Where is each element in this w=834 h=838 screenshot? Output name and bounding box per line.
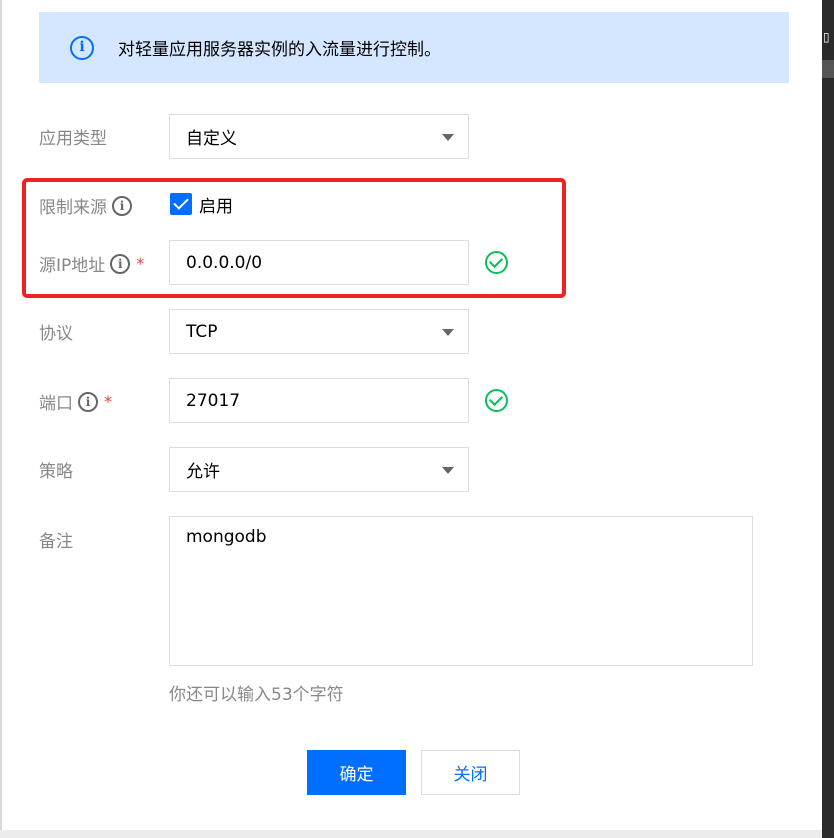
- app-type-value: 自定义: [186, 129, 237, 149]
- remark-label-text: 备注: [39, 532, 73, 552]
- protocol-select[interactable]: TCP: [169, 309, 469, 354]
- caret-down-icon: [442, 329, 454, 336]
- remark-textarea[interactable]: mongodb: [169, 516, 753, 666]
- check-circle-icon: [485, 389, 508, 412]
- remark-label: 备注: [39, 527, 73, 552]
- app-type-select[interactable]: 自定义: [169, 114, 469, 159]
- policy-label-text: 策略: [39, 462, 73, 482]
- background-glyph: ▯: [823, 30, 830, 44]
- dialog-bottom-border: [0, 830, 822, 838]
- port-input[interactable]: 27017: [169, 378, 469, 423]
- port-value: 27017: [186, 390, 241, 411]
- info-icon[interactable]: i: [78, 391, 98, 412]
- dialog-left-border: [0, 0, 2, 838]
- background-page-edge: ▯: [822, 0, 834, 838]
- caret-down-icon: [442, 467, 454, 474]
- close-button[interactable]: 关闭: [421, 750, 520, 795]
- app-type-label: 应用类型: [39, 124, 107, 149]
- policy-label: 策略: [39, 457, 73, 482]
- policy-value: 允许: [186, 462, 220, 482]
- protocol-label: 协议: [39, 319, 73, 344]
- confirm-button[interactable]: 确定: [307, 750, 406, 795]
- protocol-label-text: 协议: [39, 324, 73, 344]
- port-label: 端口 i *: [39, 389, 112, 414]
- info-circle-icon: i: [70, 36, 94, 60]
- app-type-label-text: 应用类型: [39, 129, 107, 149]
- remark-char-hint: 你还可以输入53个字符: [169, 685, 344, 705]
- caret-down-icon: [442, 134, 454, 141]
- info-notice: i 对轻量应用服务器实例的入流量进行控制。: [39, 12, 789, 83]
- notice-text: 对轻量应用服务器实例的入流量进行控制。: [118, 40, 441, 60]
- required-mark: *: [104, 392, 112, 411]
- red-highlight-box: [22, 178, 566, 298]
- policy-select[interactable]: 允许: [169, 447, 469, 492]
- port-label-text: 端口: [39, 394, 73, 414]
- protocol-value: TCP: [186, 321, 218, 342]
- background-mark: [822, 60, 834, 78]
